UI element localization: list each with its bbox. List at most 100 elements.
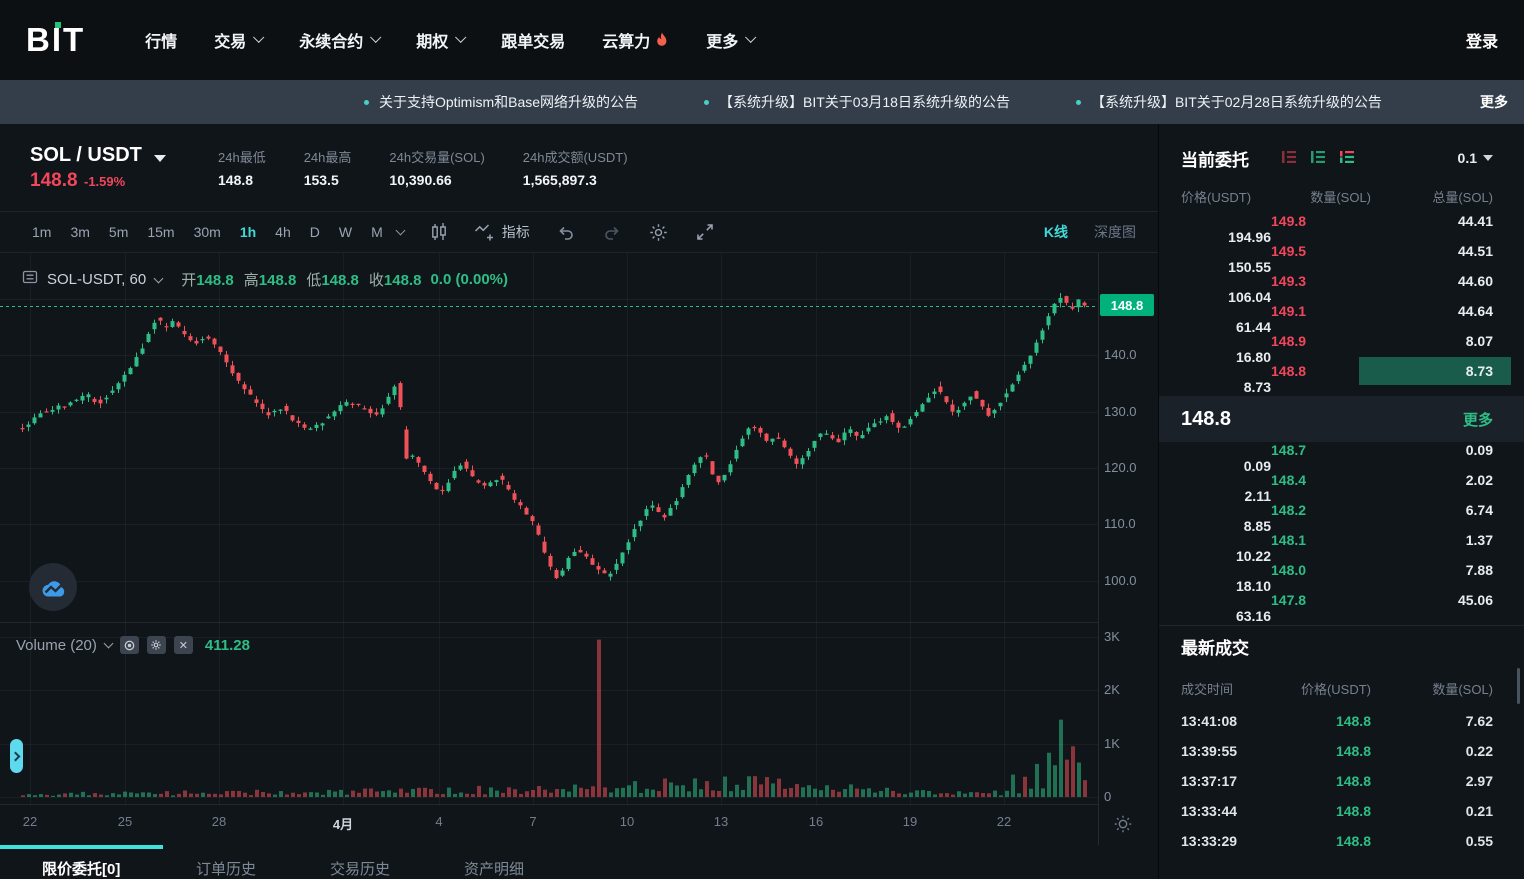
nav-item-跟单交易[interactable]: 跟单交易: [501, 28, 565, 52]
trade-price: 148.8: [1271, 743, 1371, 759]
bid-row[interactable]: 148.42.022.11: [1159, 472, 1524, 502]
main-nav: 行情 交易 永续合约 期权 跟单交易 云算力 更多: [145, 28, 754, 52]
orderbook-combined-view-icon[interactable]: [1339, 150, 1355, 164]
nav-item-行情[interactable]: 行情: [145, 28, 177, 52]
legend-symbol[interactable]: SOL-USDT, 60: [47, 271, 146, 288]
pair-24h-stats: 24h最低148.824h最高153.524h交易量(SOL)10,390.66…: [218, 147, 628, 188]
chart-legend-icon[interactable]: [22, 269, 38, 290]
volume-tick-label: 1K: [1104, 736, 1154, 751]
panel-expand-handle[interactable]: [10, 739, 23, 773]
timeframe-W[interactable]: W: [339, 224, 352, 240]
stat-24h最低: 24h最低148.8: [218, 147, 266, 188]
order-book-view-switcher: [1281, 150, 1355, 164]
trades-list: 13:41:08148.87.6213:39:55148.80.2213:37:…: [1159, 706, 1524, 879]
bid-row[interactable]: 148.26.748.85: [1159, 502, 1524, 532]
login-button[interactable]: 登录: [1466, 28, 1498, 52]
undo-icon[interactable]: [556, 222, 576, 242]
timeframe-5m[interactable]: 5m: [109, 224, 128, 240]
bid-row[interactable]: 148.70.090.09: [1159, 442, 1524, 472]
nav-item-交易[interactable]: 交易: [214, 28, 262, 52]
view-tab-深度图[interactable]: 深度图: [1094, 222, 1136, 242]
chart-watermark-icon[interactable]: [29, 563, 77, 611]
nav-item-云算力[interactable]: 云算力: [602, 28, 669, 52]
ask-row[interactable]: 149.144.6461.44: [1159, 303, 1524, 333]
candlestick-chart-canvas[interactable]: [0, 253, 1098, 805]
nav-item-label: 永续合约: [299, 28, 363, 52]
order-price: 148.8: [1271, 363, 1371, 379]
bid-row[interactable]: 148.07.8818.10: [1159, 562, 1524, 592]
timeframe-1h[interactable]: 1h: [240, 224, 256, 240]
timeframe-15m[interactable]: 15m: [147, 224, 174, 240]
trade-amount: 0.21: [1371, 803, 1493, 819]
precision-selector[interactable]: 0.1: [1458, 150, 1493, 166]
nav-item-永续合约[interactable]: 永续合约: [299, 28, 379, 52]
stat-24h最高: 24h最高153.5: [304, 147, 352, 188]
announcement-text: 【系统升级】BIT关于03月18日系统升级的公告: [719, 92, 1010, 112]
redo-icon[interactable]: [602, 222, 622, 242]
ask-row[interactable]: 149.544.51150.55: [1159, 243, 1524, 273]
volume-close-icon[interactable]: ✕: [174, 636, 193, 654]
trades-scrollbar[interactable]: [1517, 668, 1520, 704]
bottom-tab-限价委托[0][interactable]: 限价委托[0]: [42, 858, 120, 879]
ask-row[interactable]: 149.844.41194.96: [1159, 213, 1524, 243]
indicators-button[interactable]: 指标: [474, 222, 530, 242]
ask-row[interactable]: 149.344.60106.04: [1159, 273, 1524, 303]
timeframe-1m[interactable]: 1m: [32, 224, 51, 240]
announcement-item[interactable]: 【系统升级】BIT关于02月28日系统升级的公告: [1076, 92, 1382, 112]
ohlc-开: 开148.8: [181, 269, 234, 290]
timeframe-30m[interactable]: 30m: [194, 224, 221, 240]
ohlc-value: 148.8: [196, 272, 234, 289]
view-tab-K线[interactable]: K线: [1044, 222, 1068, 242]
timeframe-more-chevron-icon[interactable]: [395, 226, 405, 236]
timeframe-4h[interactable]: 4h: [275, 224, 291, 240]
candle-style-icon[interactable]: [430, 222, 448, 242]
nav-item-更多[interactable]: 更多: [706, 28, 754, 52]
order-amount: 44.64: [1371, 303, 1493, 319]
nav-item-期权[interactable]: 期权: [416, 28, 464, 52]
flame-icon: [655, 32, 669, 49]
order-amount: 1.37: [1371, 532, 1493, 548]
announcement-item[interactable]: 关于支持Optimism和Base网络升级的公告: [364, 92, 638, 112]
order-book-more-link[interactable]: 更多: [1463, 409, 1493, 430]
order-price: 148.7: [1271, 442, 1371, 458]
ohlc-value: 148.8: [321, 272, 359, 289]
brand-logo-dot: [55, 22, 61, 28]
recent-trades-title: 最新成交: [1181, 634, 1249, 659]
order-amount: 8.07: [1371, 333, 1493, 349]
legend-chevron-icon: [154, 273, 164, 283]
announcements-more-link[interactable]: 更多: [1480, 92, 1508, 112]
timeframe-M[interactable]: M: [371, 224, 383, 240]
chart-view-tabs: K线 深度图: [1044, 222, 1136, 242]
brand-logo[interactable]: BIT: [26, 21, 85, 59]
bid-row[interactable]: 148.11.3710.22: [1159, 532, 1524, 562]
bottom-tab-订单历史[interactable]: 订单历史: [196, 858, 256, 879]
timeframe-3m[interactable]: 3m: [70, 224, 89, 240]
time-settings-icon[interactable]: [1112, 813, 1134, 840]
ohlc-value: 148.8: [384, 272, 422, 289]
ask-row[interactable]: 148.88.738.73: [1159, 363, 1524, 393]
volume-indicator-label[interactable]: Volume (20): [16, 637, 97, 654]
stat-label: 24h最高: [304, 147, 352, 166]
order-book-column: 价格(USDT): [1181, 187, 1271, 206]
fullscreen-icon[interactable]: [695, 222, 715, 242]
time-tick-label: 4月: [333, 814, 353, 833]
price-tick-label: 130.0: [1104, 404, 1154, 419]
timeframe-D[interactable]: D: [310, 224, 320, 240]
pair-selector[interactable]: SOL / USDT 148.8 -1.59%: [30, 144, 190, 192]
orderbook-asks-view-icon[interactable]: [1281, 150, 1297, 164]
volume-visibility-icon[interactable]: [120, 636, 139, 654]
order-book-column: 数量(SOL): [1271, 187, 1371, 206]
pair-dropdown-icon: [154, 155, 166, 162]
orderbook-bids-view-icon[interactable]: [1310, 150, 1326, 164]
chart-settings-gear-icon[interactable]: [648, 222, 669, 243]
order-price: 147.8: [1271, 592, 1371, 608]
time-axis[interactable]: 2225284月471013161922: [0, 805, 1098, 845]
bid-row[interactable]: 147.845.0663.16: [1159, 592, 1524, 622]
announcement-item[interactable]: 【系统升级】BIT关于03月18日系统升级的公告: [704, 92, 1010, 112]
chart-section: SOL / USDT 148.8 -1.59% 24h最低148.824h最高1…: [0, 124, 1158, 879]
volume-settings-icon[interactable]: [147, 636, 166, 654]
price-tick-label: 110.0: [1104, 516, 1154, 531]
bottom-tab-交易历史[interactable]: 交易历史: [330, 858, 390, 879]
bottom-tab-资产明细[interactable]: 资产明细: [464, 858, 524, 879]
stat-24h成交额(USDT): 24h成交额(USDT)1,565,897.3: [523, 147, 628, 188]
